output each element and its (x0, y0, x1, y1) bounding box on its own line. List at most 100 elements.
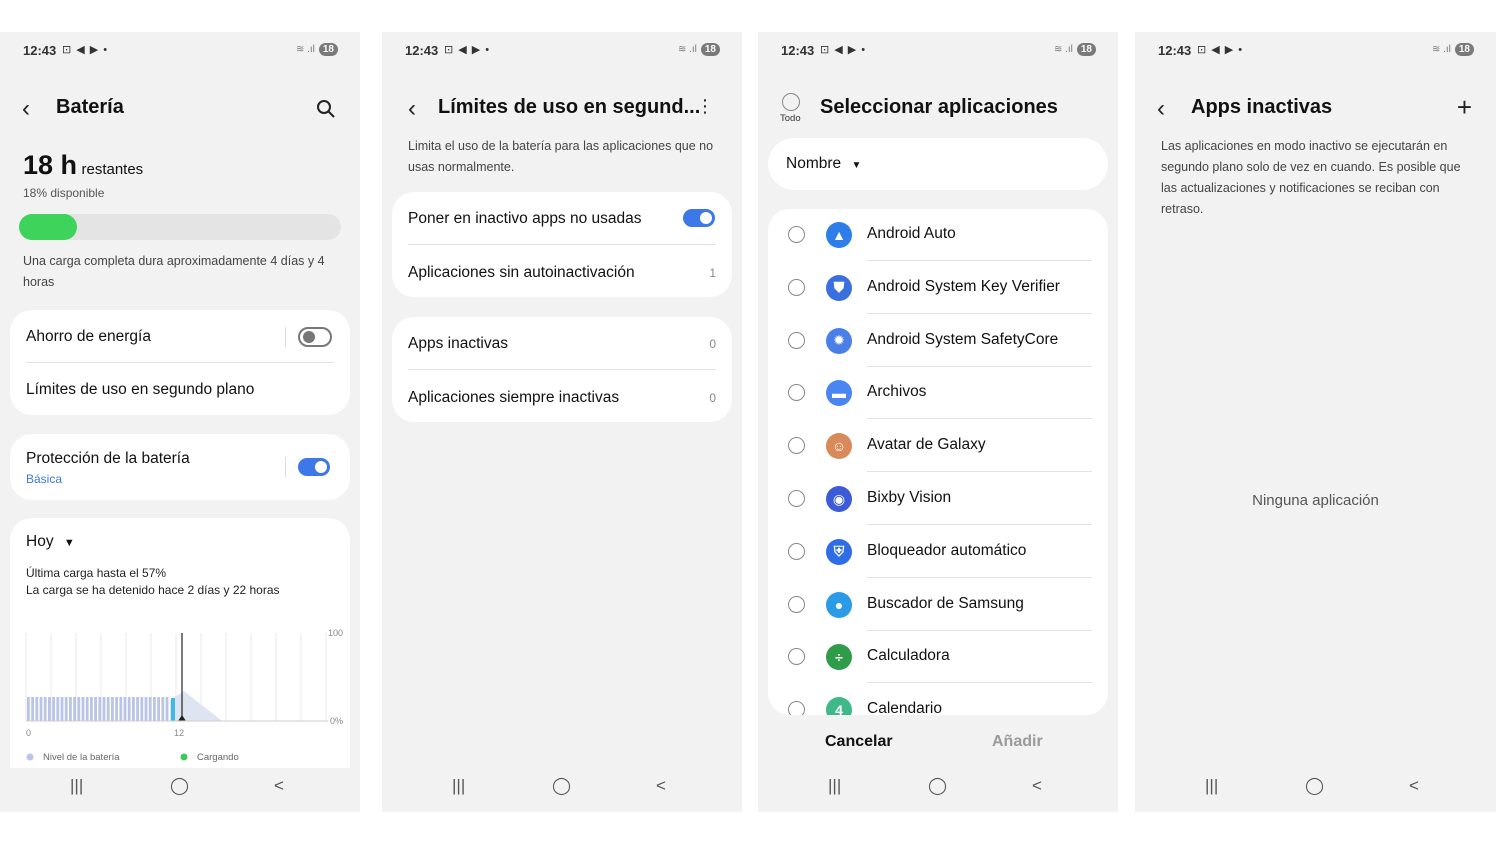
recent-apps-button[interactable]: ||| (828, 776, 841, 796)
nav-back-button[interactable]: < (656, 776, 666, 796)
app-select-radio[interactable] (788, 490, 805, 507)
chart-level-bar (165, 697, 169, 721)
app-select-radio[interactable] (788, 648, 805, 666)
inactive-apps-count: 0 (709, 337, 716, 351)
chart-level-bar (43, 697, 47, 721)
add-icon[interactable]: + (1457, 92, 1472, 123)
no-auto-inactive-count: 1 (709, 266, 716, 280)
chart-level-bar (94, 697, 97, 721)
app-select-radio[interactable] (788, 595, 805, 613)
navigation-bar: ||| ◯ < (1135, 776, 1496, 800)
put-inactive-toggle[interactable] (683, 209, 715, 227)
legend-level-dot (26, 753, 34, 761)
chart-level-bar (132, 697, 135, 721)
protection-card: Protección de la batería Básica (10, 434, 350, 500)
home-button[interactable]: ◯ (552, 776, 571, 796)
chart-level-bar (148, 697, 152, 721)
nav-back-button[interactable]: < (1032, 776, 1042, 796)
home-button[interactable]: ◯ (1305, 776, 1324, 796)
app-list-item[interactable]: 4 Calendario (768, 684, 1108, 715)
chart-x-start: 0 (26, 728, 31, 738)
nav-back-button[interactable]: < (274, 776, 284, 796)
status-bar: 12:43 ⊡ ◀ ▶ • ≋ .ıl 18 (382, 32, 742, 68)
battery-bar-fill (19, 214, 77, 240)
cancel-button[interactable]: Cancelar (825, 733, 893, 751)
signal-icon: ≋ .ıl (1053, 44, 1073, 55)
power-saving-toggle[interactable] (298, 327, 332, 347)
always-inactive-count: 0 (709, 391, 716, 405)
chart-level-bar (106, 697, 110, 721)
battery-icon: 18 (1076, 43, 1096, 56)
app-list-item[interactable]: ⛊ Android System Key Verifier (768, 262, 1108, 314)
sort-dropdown[interactable]: Nombre ▼ (786, 155, 1092, 173)
remaining-time: 18 h restantes (23, 150, 143, 181)
recent-apps-button[interactable]: ||| (70, 776, 83, 796)
app-list-item[interactable]: ▲ Android Auto (768, 209, 1108, 261)
home-button[interactable]: ◯ (928, 776, 947, 796)
app-list-item[interactable]: ● Buscador de Samsung (768, 579, 1108, 631)
app-list-item[interactable]: ☺ Avatar de Galaxy (768, 420, 1108, 473)
chart-level-bar (48, 697, 51, 721)
description: Limita el uso de la batería para las apl… (408, 139, 714, 174)
more-options-icon[interactable]: ⋮ (696, 96, 714, 117)
back-button[interactable]: ‹ (408, 96, 416, 122)
app-select-radio[interactable] (788, 384, 805, 402)
app-select-radio[interactable] (788, 437, 805, 455)
app-list-item[interactable]: ⛨ Bloqueador automático (768, 526, 1108, 578)
page-title: Batería (56, 96, 124, 118)
app-name: Bixby Vision (867, 489, 952, 506)
chart-level-bar (39, 697, 43, 721)
app-select-radio[interactable] (788, 226, 805, 243)
period-label: Hoy (26, 533, 54, 550)
page-title: Apps inactivas (1191, 96, 1333, 118)
app-list-item[interactable]: ▬ Archivos (768, 367, 1108, 420)
inactive-apps-item[interactable]: Apps inactivas (408, 335, 716, 353)
select-all-label: Todo (780, 113, 801, 124)
chart-level-bar (81, 697, 85, 721)
legend-level: Nivel de la batería (43, 752, 120, 763)
no-auto-inactive-item[interactable]: Aplicaciones sin autoinactivación (408, 264, 716, 282)
status-bar: 12:43 ⊡ ◀ ▶ • ≋ .ıl 18 (0, 32, 360, 68)
app-select-radio[interactable] (788, 701, 805, 715)
app-select-radio[interactable] (788, 542, 805, 560)
app-name: Android System SafetyCore (867, 330, 1059, 348)
power-saving-label[interactable]: Ahorro de energía (26, 328, 334, 346)
empty-state: Ninguna aplicación (1252, 492, 1379, 509)
chart-level-bar (157, 697, 160, 721)
put-inactive-item[interactable]: Poner en inactivo apps no usadas (408, 210, 716, 228)
recent-apps-button[interactable]: ||| (1205, 776, 1218, 796)
inactive-apps-screen: 12:43 ⊡ ◀ ▶ • ≋ .ıl 18 ‹ Apps inactivas +… (1135, 32, 1496, 812)
recent-apps-button[interactable]: ||| (452, 776, 465, 796)
app-list-item[interactable]: ✹ Android System SafetyCore (768, 315, 1108, 367)
app-name: Calculadora (867, 647, 950, 665)
bg-limits-item[interactable]: Límites de uso en segundo plano (26, 381, 334, 399)
sort-label: Nombre (786, 155, 842, 172)
full-charge-text: Una carga completa dura aproximadamente … (23, 254, 325, 289)
add-button[interactable]: Añadir (992, 733, 1043, 751)
protection-label[interactable]: Protección de la batería (26, 450, 334, 468)
status-time: 12:43 (781, 43, 815, 58)
app-select-radio[interactable] (788, 331, 805, 349)
description: Las aplicaciones en modo inactivo se eje… (1161, 139, 1461, 216)
chart-y-bottom: 0% (330, 716, 343, 726)
app-name: Bloqueador automático (867, 541, 1027, 559)
chart-level-bars (27, 697, 169, 721)
always-inactive-item[interactable]: Aplicaciones siempre inactivas (408, 389, 716, 407)
select-all-checkbox[interactable] (782, 93, 800, 111)
app-list-item[interactable]: ÷ Calculadora (768, 631, 1108, 684)
chart-level-bar (136, 697, 139, 721)
search-icon[interactable] (316, 99, 336, 119)
chart-level-bar (77, 697, 81, 721)
period-dropdown[interactable]: Hoy ▼ (26, 533, 334, 551)
shield-icon: ⛨ (826, 538, 852, 565)
page-title: Límites de uso en segund... (438, 96, 701, 118)
app-list-item[interactable]: ◉ Bixby Vision (768, 473, 1108, 525)
inactive-settings-card: Poner en inactivo apps no usadas Aplicac… (392, 192, 732, 297)
home-button[interactable]: ◯ (170, 776, 189, 796)
protection-toggle[interactable] (298, 458, 330, 476)
back-button[interactable]: ‹ (1157, 96, 1165, 122)
status-icons: ⊡ ◀ ▶ • (1197, 44, 1244, 56)
app-select-radio[interactable] (788, 278, 805, 296)
nav-back-button[interactable]: < (1409, 776, 1419, 796)
back-button[interactable]: ‹ (22, 96, 30, 122)
